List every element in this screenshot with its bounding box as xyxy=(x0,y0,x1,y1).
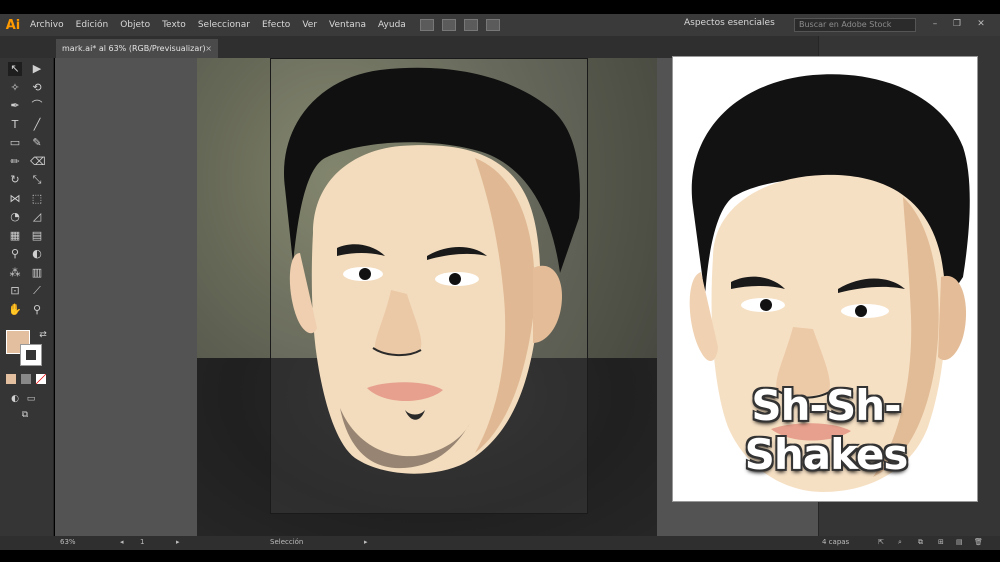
document-tab-title: mark.ai* al 63% (RGB/Previsualizar) xyxy=(62,44,206,53)
tool-status: Selección xyxy=(270,538,304,546)
gradient-icon[interactable]: ▤ xyxy=(30,229,44,243)
preview-caption: Sh-Sh-Shakes xyxy=(744,381,909,479)
new-sublayer-icon[interactable]: ⊞ xyxy=(938,538,944,546)
stock-search-input[interactable]: Buscar en Adobe Stock xyxy=(794,18,916,32)
locate-icon[interactable]: ⌕ xyxy=(898,538,902,547)
stroke-swatch[interactable] xyxy=(20,344,42,366)
delete-layer-icon[interactable]: 🗑 xyxy=(974,538,983,546)
menu-ver[interactable]: Ver xyxy=(296,20,323,30)
app-logo: Ai xyxy=(5,17,21,33)
artboard-number[interactable]: 1 xyxy=(140,538,144,546)
workspace-switcher[interactable]: Aspectos esenciales xyxy=(684,18,775,28)
magic-wand-icon[interactable]: ✧ xyxy=(8,81,22,95)
artboard-nav-next-icon[interactable]: ▸ xyxy=(176,538,180,546)
selection-icon[interactable]: ↖ xyxy=(8,62,22,76)
symbol-sprayer-icon[interactable]: ⁂ xyxy=(8,266,22,280)
menu-bar: Ai Archivo Edición Objeto Texto Seleccio… xyxy=(0,14,1000,36)
gpu-performance-icon[interactable] xyxy=(485,19,500,31)
menu-efecto[interactable]: Efecto xyxy=(256,20,296,30)
bottom-letterbox xyxy=(0,550,1000,562)
color-mode-icon[interactable] xyxy=(6,374,16,384)
new-layer-icon[interactable]: ▤ xyxy=(956,538,963,546)
artboard-icon[interactable]: ⊡ xyxy=(8,284,22,298)
eraser-icon[interactable]: ⌫ xyxy=(30,155,46,169)
eyedropper-icon[interactable]: ⚲ xyxy=(8,247,22,261)
pen-icon[interactable]: ✒ xyxy=(8,99,22,113)
rectangle-icon[interactable]: ▭ xyxy=(8,136,22,150)
document-tab[interactable]: mark.ai* al 63% (RGB/Previsualizar) × xyxy=(56,39,218,58)
menu-objeto[interactable]: Objeto xyxy=(114,20,156,30)
artboard-nav-prev-icon[interactable]: ◂ xyxy=(120,538,124,546)
menu-edicion[interactable]: Edición xyxy=(70,20,115,30)
close-tab-icon[interactable]: × xyxy=(205,39,212,58)
menu-ayuda[interactable]: Ayuda xyxy=(372,20,412,30)
column-graph-icon[interactable]: ▥ xyxy=(30,266,44,280)
edit-toolbar-icon[interactable]: ⧉ xyxy=(18,408,32,422)
pencil-icon[interactable]: ✏ xyxy=(8,155,22,169)
result-preview: Sh-Sh-Shakes xyxy=(672,56,978,502)
maximize-icon[interactable]: ❐ xyxy=(952,19,962,29)
type-icon[interactable]: T xyxy=(8,118,22,132)
scale-icon[interactable]: ⤡ xyxy=(30,173,44,187)
none-mode-icon[interactable] xyxy=(36,374,46,384)
zoom-icon[interactable]: ⚲ xyxy=(30,303,44,317)
menu-texto[interactable]: Texto xyxy=(156,20,192,30)
free-transform-icon[interactable]: ⬚ xyxy=(30,192,44,206)
minimize-icon[interactable]: – xyxy=(930,19,940,29)
menu-archivo[interactable]: Archivo xyxy=(24,20,70,30)
rotate-icon[interactable]: ↻ xyxy=(8,173,22,187)
paintbrush-icon[interactable]: ✎ xyxy=(30,136,44,150)
curvature-icon[interactable]: ⌒ xyxy=(30,99,44,113)
screen-mode-icon[interactable]: ▭ xyxy=(24,392,38,406)
draw-mode-icon[interactable]: ◐ xyxy=(8,392,22,406)
close-icon[interactable]: ✕ xyxy=(976,19,986,29)
blend-icon[interactable]: ◐ xyxy=(30,247,44,261)
clip-mask-icon[interactable]: ⧉ xyxy=(918,538,923,547)
bridge-icon[interactable] xyxy=(419,19,434,31)
lasso-icon[interactable]: ⟲ xyxy=(30,81,44,95)
arrange-documents-icon[interactable] xyxy=(463,19,478,31)
shape-builder-icon[interactable]: ◔ xyxy=(8,210,22,224)
export-icon[interactable]: ⇱ xyxy=(878,538,884,546)
document-tab-bar: mark.ai* al 63% (RGB/Previsualizar) × xyxy=(0,36,820,58)
hand-icon[interactable]: ✋ xyxy=(8,303,22,317)
tools-panel: ↖ ▶ ✧ ⟲ ✒ ⌒ T ╱ ▭ ✎ ✏ ⌫ ↻ ⤡ ⋈ ⬚ ◔ ◿ ▦ ▤ ⚲ ◐ ⁂ ▥ ⊡ ⟋ ✋ ⚲ ⇄ ◐ ▭ ⧉ xyxy=(0,58,54,536)
status-bar: 63% ◂ 1 ▸ Selección ▸ 4 capas ⇱ ⌕ ⧉ ⊞ ▤ … xyxy=(0,536,1000,550)
swap-colors-icon[interactable]: ⇄ xyxy=(36,328,50,342)
slice-icon[interactable]: ⟋ xyxy=(30,284,44,298)
direct-selection-icon[interactable]: ▶ xyxy=(30,62,44,76)
menu-ventana[interactable]: Ventana xyxy=(323,20,372,30)
line-icon[interactable]: ╱ xyxy=(30,118,44,132)
layers-count: 4 capas xyxy=(822,538,850,546)
mesh-icon[interactable]: ▦ xyxy=(8,229,22,243)
status-menu-icon[interactable]: ▸ xyxy=(364,538,368,546)
width-icon[interactable]: ⋈ xyxy=(8,192,22,206)
zoom-level[interactable]: 63% xyxy=(60,538,76,546)
perspective-icon[interactable]: ◿ xyxy=(30,210,44,224)
stock-icon[interactable] xyxy=(441,19,456,31)
menu-seleccionar[interactable]: Seleccionar xyxy=(192,20,256,30)
gradient-mode-icon[interactable] xyxy=(21,374,31,384)
